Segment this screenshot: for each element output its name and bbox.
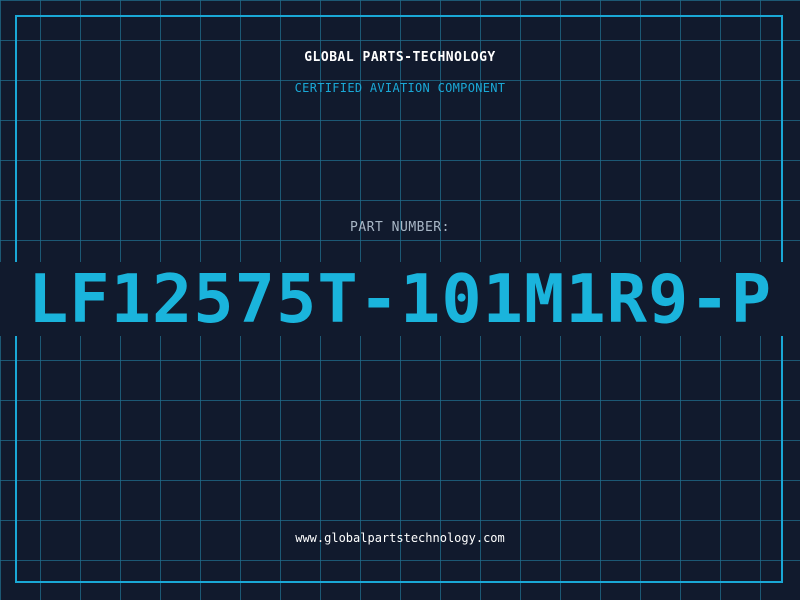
part-number-band: LF12575T-101M1R9-P bbox=[0, 262, 800, 336]
company-title: GLOBAL PARTS-TECHNOLOGY bbox=[304, 50, 496, 65]
product-label-canvas: GLOBAL PARTS-TECHNOLOGY CERTIFIED AVIATI… bbox=[0, 0, 800, 600]
certification-subtitle: CERTIFIED AVIATION COMPONENT bbox=[294, 81, 506, 95]
website-url: www.globalpartstechnology.com bbox=[295, 531, 505, 545]
part-number-label: PART NUMBER: bbox=[350, 220, 450, 235]
part-number-value: LF12575T-101M1R9-P bbox=[27, 262, 773, 336]
